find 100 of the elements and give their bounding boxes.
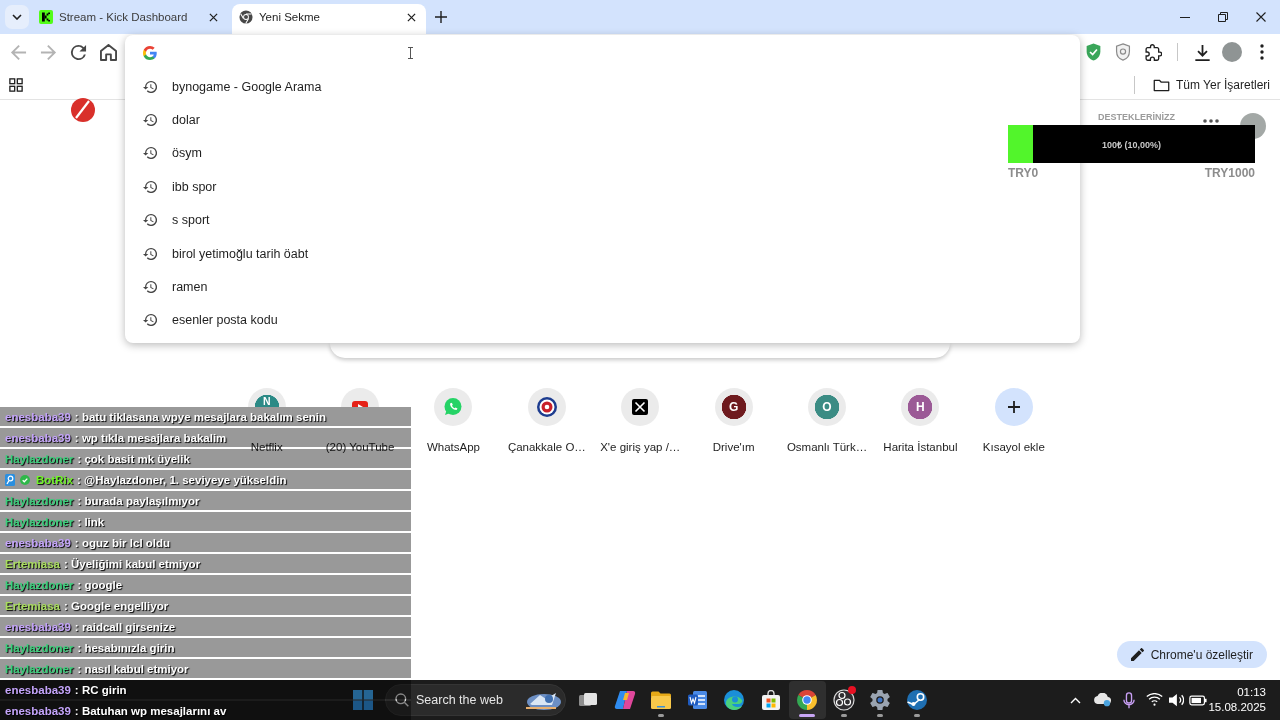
more-horizontal-icon — [1203, 119, 1219, 123]
restore-icon[interactable] — [1218, 12, 1228, 22]
chat-message: : burada paylaşılmıyor — [77, 494, 200, 507]
suggestion-item[interactable]: ösym — [125, 136, 1000, 171]
goal-amount: 100₺ (10,00%) — [1102, 138, 1161, 151]
reload-icon[interactable] — [69, 43, 87, 61]
close-icon[interactable] — [1256, 12, 1266, 22]
history-icon — [143, 79, 157, 94]
check-circle-icon — [20, 474, 30, 485]
more-vertical-icon[interactable] — [1260, 44, 1264, 60]
suggestion-item[interactable]: esenler posta kodu — [125, 303, 1000, 338]
search-field[interactable]: Search the web — [385, 684, 566, 716]
suggestion-item[interactable]: ibb spor — [125, 170, 1000, 204]
suggestion-item[interactable]: ramen — [125, 270, 1000, 304]
chat-message: : Batuhan wp mesajlarını av — [74, 704, 227, 717]
slanted-ribbons-icon — [613, 689, 636, 711]
shortcut-label[interactable]: Osmanlı Türk… — [786, 440, 868, 454]
pencil-icon — [1130, 648, 1144, 661]
chat-message: : Üyeliğimi kabul etmiyor — [64, 557, 201, 570]
home-icon[interactable] — [99, 43, 117, 61]
chat-message: : link — [77, 515, 105, 528]
chat-username: Ertemiasa — [5, 599, 60, 612]
browser-logo-icon — [796, 689, 819, 711]
chat-message: : google — [77, 578, 123, 591]
chat-message: : @Haylazdoner, 1. seviyeye yükseldin — [77, 473, 287, 486]
clock-time: 01:13 — [1237, 685, 1266, 700]
text-cursor-icon — [408, 47, 413, 59]
customize-button[interactable]: Chrome'u özelleştir — [1116, 641, 1267, 668]
goal-max-label: TRY1000 — [1204, 166, 1255, 180]
chat-username: Ertemiasa — [5, 557, 60, 570]
chat-username: Haylazdoner — [5, 578, 74, 591]
shortcut-label[interactable]: Drive'ım — [712, 440, 755, 454]
letter-avatar: G — [714, 388, 753, 426]
tab-search-button[interactable] — [5, 5, 29, 29]
plus-icon[interactable] — [994, 388, 1033, 426]
document-icon — [687, 690, 709, 710]
letter-avatar: H — [901, 388, 940, 426]
search-icon — [395, 693, 409, 707]
folder-icon — [1152, 77, 1170, 92]
suggestion-item[interactable]: dolar — [125, 103, 1000, 137]
battery-icon[interactable] — [1189, 694, 1207, 706]
chat-message: : nasıl kabul etmiyor — [77, 662, 189, 675]
browser-tab[interactable]: Yeni Sekme — [232, 4, 426, 34]
shield-check-icon[interactable] — [1084, 43, 1102, 61]
chat-username: enesbaba39 — [5, 431, 71, 444]
chevron-down-icon — [12, 14, 22, 20]
search-field[interactable] — [330, 343, 950, 358]
speaker-icon[interactable] — [1168, 693, 1184, 707]
shortcut-label[interactable]: WhatsApp — [426, 440, 480, 454]
wifi-icon[interactable] — [1145, 693, 1163, 707]
browser-logo-icon — [239, 10, 253, 24]
shortcut-label[interactable]: Kısayol ekle — [982, 440, 1045, 454]
goal-min-label: TRY0 — [1008, 166, 1039, 180]
magnifier-badge-icon — [5, 473, 15, 486]
history-icon — [143, 246, 157, 261]
shortcut-label[interactable]: Harita İstanbul — [883, 440, 958, 454]
microphone-icon[interactable] — [1123, 691, 1135, 709]
chat-message: : wp tıkla mesajlara bakalim — [74, 431, 227, 444]
folder-icon — [650, 690, 673, 710]
shortcut-label[interactable]: Çanakkale O… — [507, 440, 586, 454]
chat-username: enesbaba39 — [5, 536, 71, 549]
chat-username: Haylazdoner — [5, 452, 74, 465]
round-emblem-icon — [527, 388, 566, 426]
puzzle-icon[interactable] — [1144, 43, 1162, 61]
chat-username: enesbaba39 — [5, 620, 71, 633]
x-logo-icon — [621, 388, 660, 426]
history-icon — [143, 213, 157, 228]
chat-username: enesbaba39 — [5, 683, 71, 696]
taskbar-app-button[interactable] — [789, 681, 826, 719]
chevron-up-icon[interactable] — [1069, 696, 1081, 704]
letter-avatar: N — [247, 388, 286, 407]
chat-username: enesbaba39 — [5, 704, 71, 717]
profile-avatar[interactable] — [1222, 42, 1242, 62]
shortcut-label[interactable]: X'e giriş yap /… — [600, 440, 681, 454]
download-icon[interactable] — [1193, 43, 1211, 61]
bookmark-folder[interactable]: Tüm Yer İşaretleri — [1148, 72, 1274, 97]
four-tiles-icon[interactable] — [353, 690, 373, 710]
shield-icon[interactable] — [1115, 43, 1131, 61]
browser-tab[interactable]: Stream - Kick Dashboard — [32, 4, 228, 34]
chat-message: : oguz bir lcl oldu — [74, 536, 171, 549]
site-favicon-icon — [39, 10, 53, 24]
supporters-title: DESTEKLERİNİZZ — [1098, 112, 1175, 122]
three-rings-icon — [832, 689, 855, 711]
clock-date: 15.08.2025 — [1208, 700, 1266, 715]
cloud-icon[interactable] — [1093, 693, 1111, 707]
chat-message: : batu tiklasana wpye mesajlara bakalım senin — [74, 410, 327, 423]
chat-message: : çok basit mk üyelik — [77, 452, 190, 465]
g-logo-icon — [143, 45, 157, 60]
close-icon[interactable] — [208, 12, 218, 22]
suggestion-item[interactable]: s sport — [125, 203, 1000, 237]
close-icon[interactable] — [406, 12, 416, 22]
suggestion-item[interactable]: birol yetimoğlu tarih öabt — [125, 236, 1000, 271]
history-icon — [143, 313, 157, 328]
chat-message: : raidcall girsenize — [74, 620, 176, 633]
plus-icon[interactable] — [435, 11, 447, 23]
chat-username: Haylazdoner — [5, 662, 74, 675]
minimize-icon[interactable] — [1180, 16, 1190, 18]
suggestion-item[interactable]: bynogame - Google Arama — [125, 70, 1000, 104]
history-icon — [143, 146, 157, 161]
apps-grid-icon[interactable] — [9, 77, 23, 92]
